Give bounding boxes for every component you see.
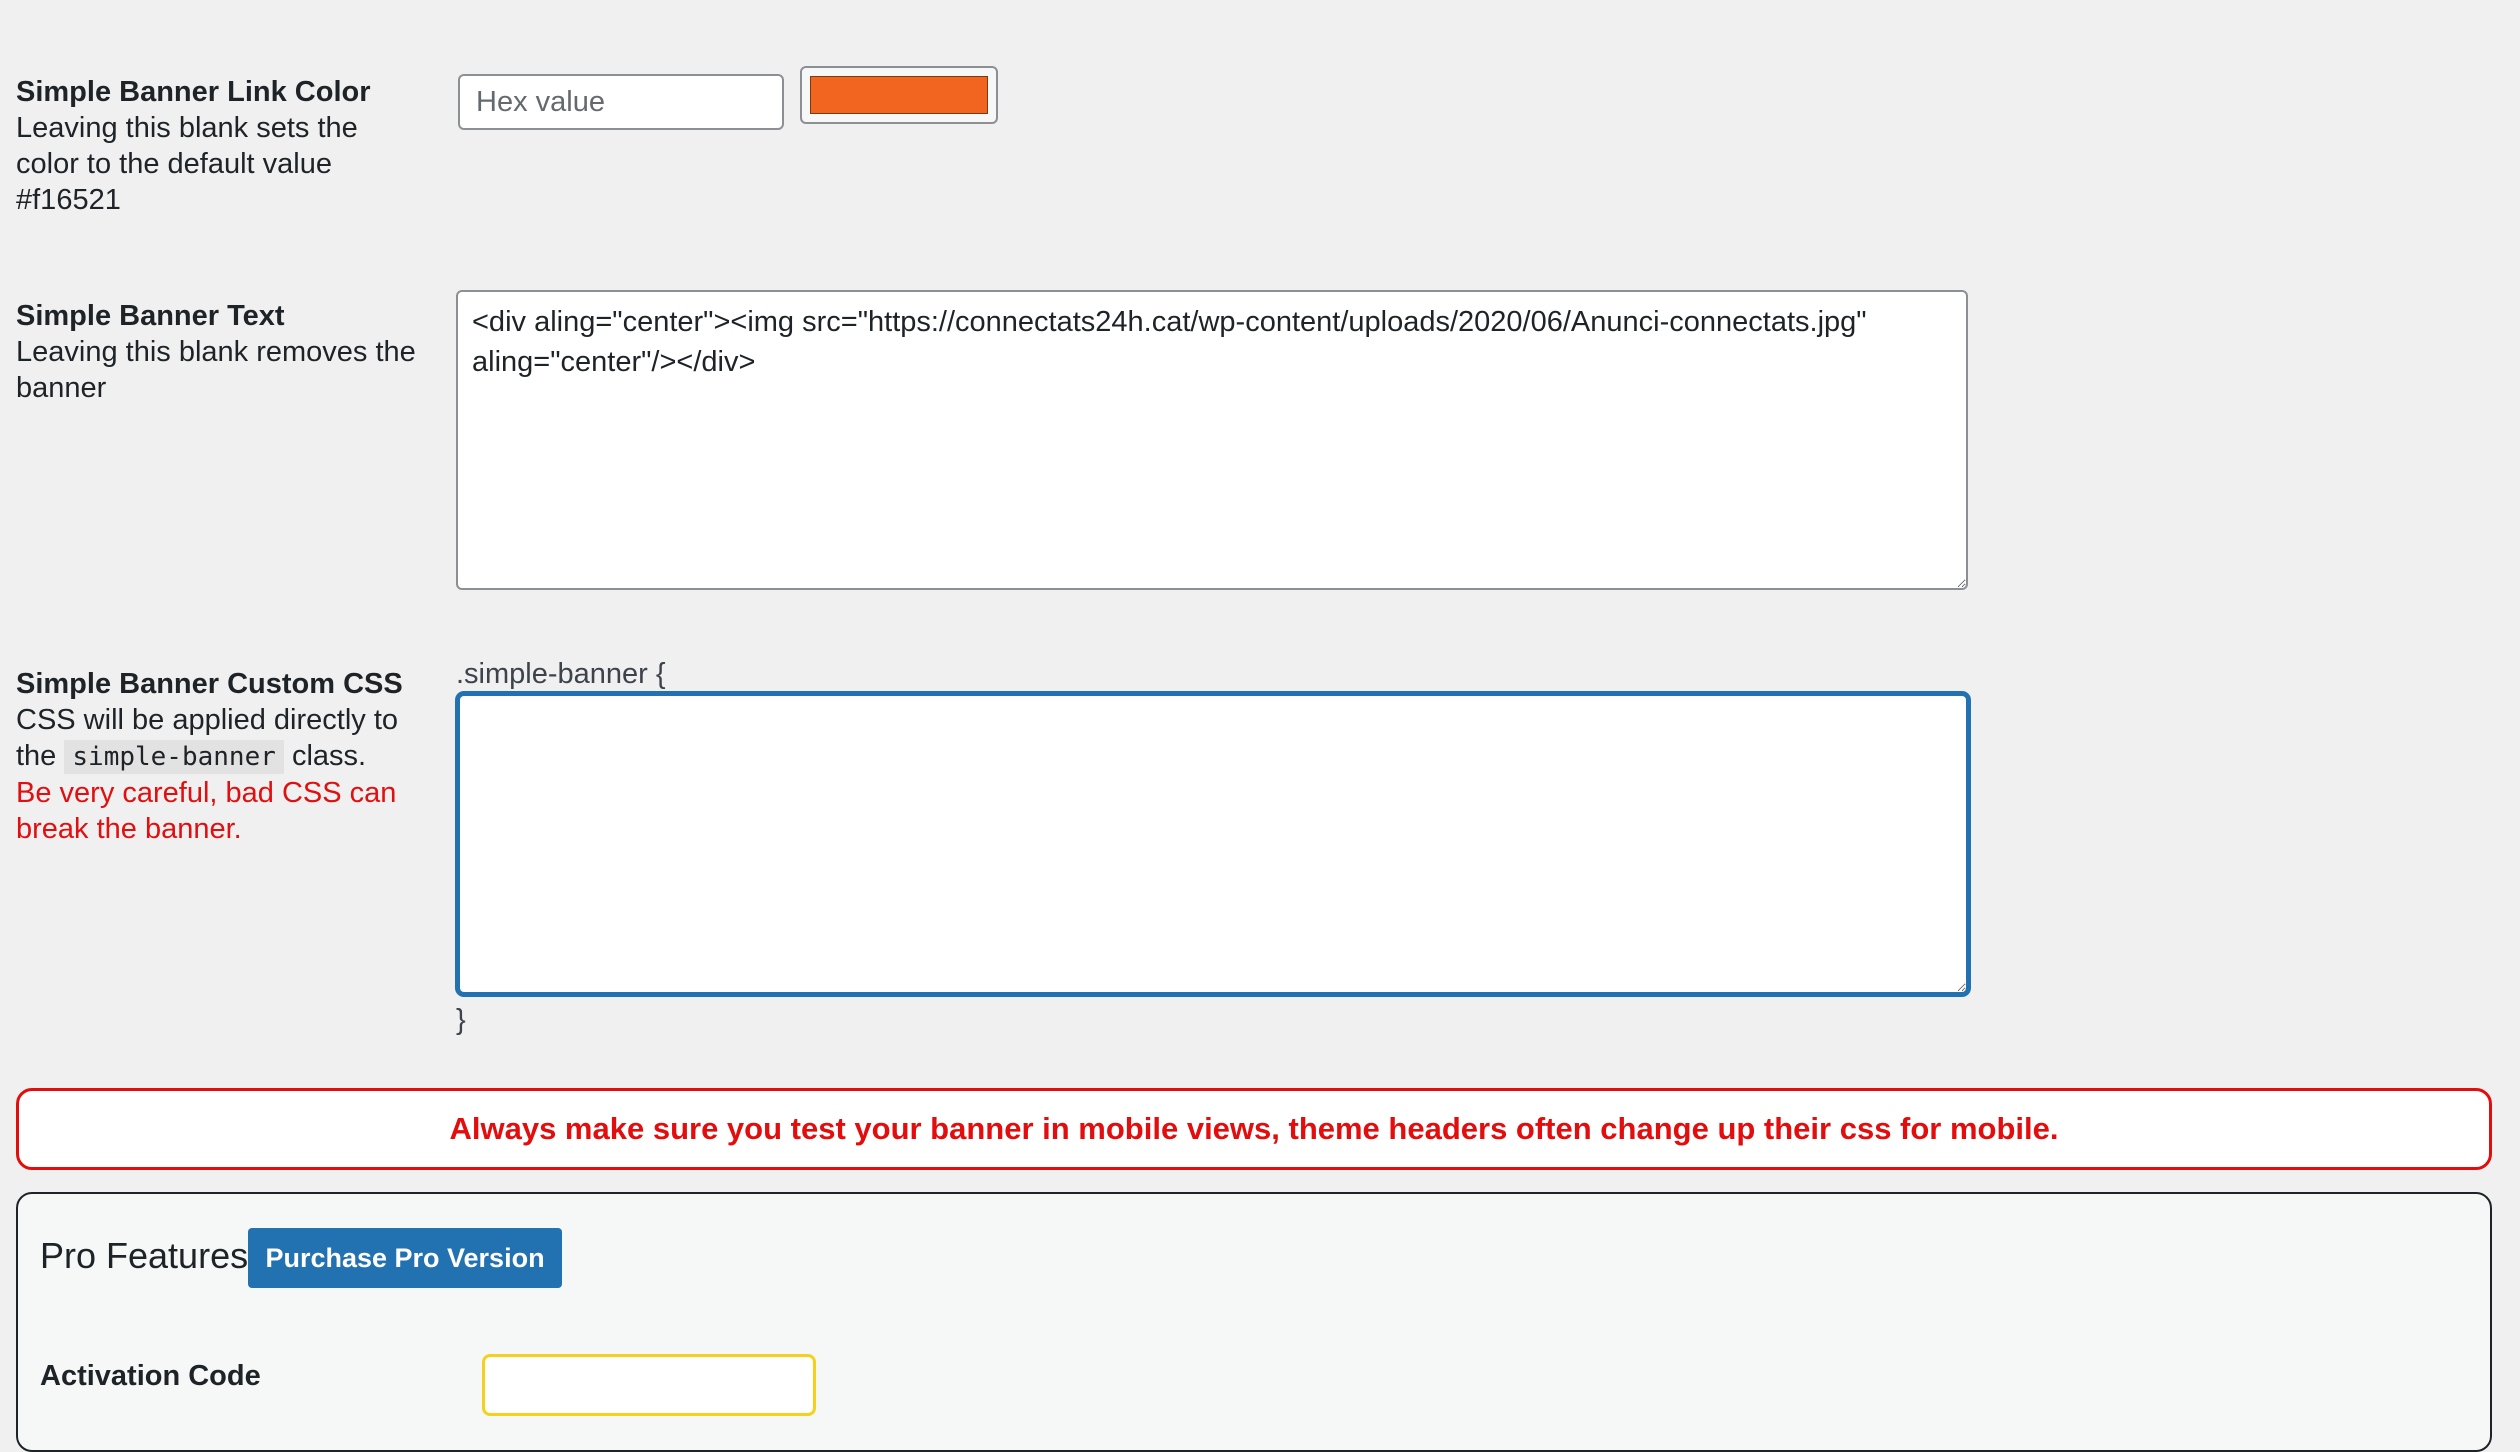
custom-css-title: Simple Banner Custom CSS [16, 668, 403, 700]
banner-text-description: Leaving this blank removes the banner [16, 336, 416, 404]
banner-text-label-block: Simple Banner Text Leaving this blank re… [16, 298, 426, 406]
custom-css-description: CSS will be applied directly to the simp… [16, 702, 426, 775]
mobile-warning-text: Always make sure you test your banner in… [449, 1111, 2059, 1146]
css-close-brace: } [456, 1004, 466, 1036]
pro-features-panel: Pro Features Purchase Pro Version Activa… [16, 1192, 2492, 1452]
css-class-name: simple-banner [64, 740, 284, 774]
link-color-hex-input[interactable] [458, 74, 784, 130]
purchase-pro-button[interactable]: Purchase Pro Version [248, 1228, 562, 1288]
link-color-label-block: Simple Banner Link Color Leaving this bl… [16, 74, 426, 218]
activation-code-input[interactable] [482, 1354, 816, 1416]
custom-css-label-block: Simple Banner Custom CSS CSS will be app… [16, 666, 426, 847]
activation-code-label: Activation Code [40, 1360, 261, 1392]
color-swatch [810, 76, 988, 114]
link-color-picker-button[interactable] [800, 66, 998, 124]
link-color-description: Leaving this blank sets the color to the… [16, 112, 358, 216]
custom-css-desc-suffix: class. [291, 740, 367, 772]
link-color-title: Simple Banner Link Color [16, 76, 371, 108]
pro-features-title: Pro Features [40, 1235, 249, 1276]
css-open-selector: .simple-banner { [456, 658, 666, 690]
banner-text-textarea[interactable]: <div aling="center"><img src="https://co… [456, 290, 1968, 590]
custom-css-textarea[interactable] [456, 692, 1970, 996]
banner-text-title: Simple Banner Text [16, 300, 285, 332]
custom-css-warning: Be very careful, bad CSS can break the b… [16, 777, 397, 845]
mobile-warning-notice: Always make sure you test your banner in… [16, 1088, 2492, 1170]
